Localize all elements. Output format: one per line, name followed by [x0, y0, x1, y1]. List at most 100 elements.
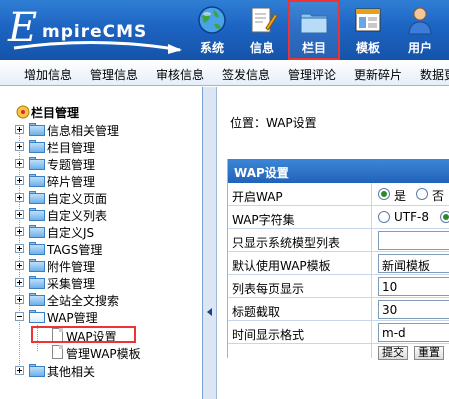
left-tree-pane: 栏目管理 信息相关管理 栏目管理 专题管理 碎片管理 自定义页面 自定义列表 自…	[0, 87, 203, 399]
folder-icon	[300, 13, 328, 34]
empirecms-logo: E mpireCMS	[8, 6, 184, 54]
radio-yes-label: 是	[394, 189, 407, 203]
tree-root-label: 栏目管理	[31, 106, 80, 120]
nav-column[interactable]: 栏目	[288, 0, 340, 60]
menu-data-update[interactable]: 数据更	[420, 66, 449, 83]
nav-template-label: 模板	[355, 41, 380, 55]
folder-icon	[29, 225, 45, 238]
tree-item-label: 专题管理	[47, 158, 96, 172]
folder-icon	[29, 157, 45, 170]
row-default-template: 默认使用WAP模板 新闻模板	[228, 252, 449, 275]
folder-icon	[29, 259, 45, 272]
expand-icon[interactable]	[15, 193, 24, 202]
expand-icon[interactable]	[15, 244, 24, 253]
document-pencil-icon	[251, 7, 278, 33]
row-list-per-page: 列表每页显示 10	[228, 275, 449, 298]
expand-icon[interactable]	[15, 176, 24, 185]
row-label: WAP字符集	[232, 213, 295, 227]
radio-no-label: 否	[432, 189, 445, 203]
row-value: UTF-8	[371, 206, 449, 229]
wap-settings-table: WAP设置 开启WAP 是 否 WAP字符集 UTF-8 只显示系统模型列表 默…	[227, 159, 449, 360]
tree-item-label: TAGS管理	[47, 243, 103, 257]
folder-icon	[29, 191, 45, 204]
collapse-left-icon[interactable]	[207, 308, 212, 316]
collapse-icon[interactable]	[15, 312, 24, 321]
row-label: 标题截取	[232, 305, 281, 319]
expand-icon[interactable]	[15, 227, 24, 236]
folder-icon	[29, 293, 45, 306]
tree-item-label: 采集管理	[47, 277, 96, 291]
breadcrumb-link[interactable]: WAP设置	[266, 116, 317, 130]
row-time-format: 时间显示格式 m-d	[228, 321, 449, 344]
tree-item-label: 栏目管理	[47, 141, 96, 155]
row-label: 只显示系统模型列表	[232, 236, 341, 250]
expand-icon[interactable]	[15, 366, 24, 375]
expand-icon[interactable]	[15, 210, 24, 219]
menu-update-fragments[interactable]: 更新碎片	[354, 66, 402, 83]
selection-highlight	[31, 326, 136, 343]
row-value	[371, 229, 449, 252]
row-label: 时间显示格式	[232, 328, 305, 342]
page-icon	[52, 345, 63, 359]
radio-yes[interactable]	[378, 188, 390, 200]
row-value: 新闻模板	[371, 252, 449, 275]
title-truncate-input[interactable]: 30	[378, 300, 449, 319]
row-label: 列表每页显示	[232, 282, 305, 296]
nav-info[interactable]: 信息	[240, 0, 284, 60]
window-template-icon	[355, 8, 381, 32]
tree-item-label: 管理WAP模板	[66, 347, 141, 361]
menu-manage-info[interactable]: 管理信息	[90, 66, 138, 83]
menu-publish-info[interactable]: 签发信息	[222, 66, 270, 83]
radio-other-charset[interactable]	[440, 211, 449, 223]
folder-icon	[29, 276, 45, 289]
nav-user-label: 用户	[407, 41, 432, 55]
logo-initial: E	[8, 5, 38, 51]
default-template-select[interactable]: 新闻模板	[378, 254, 449, 273]
radio-utf8[interactable]	[378, 211, 390, 223]
menu-manage-comments[interactable]: 管理评论	[288, 66, 336, 83]
folder-icon	[29, 123, 45, 136]
reset-button[interactable]: 重置	[414, 346, 444, 360]
tree-item-label: 自定义页面	[47, 192, 108, 206]
row-model-list: 只显示系统模型列表	[228, 229, 449, 252]
expand-icon[interactable]	[15, 125, 24, 134]
nav-template[interactable]: 模板	[346, 0, 390, 60]
menu-review-info[interactable]: 审核信息	[156, 66, 204, 83]
expand-icon[interactable]	[15, 159, 24, 168]
row-value: 是 否	[371, 183, 449, 206]
expand-icon[interactable]	[15, 142, 24, 151]
list-per-page-input[interactable]: 10	[378, 277, 449, 296]
time-format-input[interactable]: m-d	[378, 323, 449, 342]
folder-icon	[29, 364, 45, 377]
nav-system[interactable]: 系统	[190, 0, 234, 60]
expand-icon[interactable]	[15, 278, 24, 287]
row-wap-charset: WAP字符集 UTF-8	[228, 206, 449, 229]
top-header: E mpireCMS 系统 信息 栏目 模板 用户	[0, 0, 449, 60]
radio-no[interactable]	[416, 188, 428, 200]
breadcrumb: 位置：WAP设置	[230, 114, 317, 131]
row-label: 默认使用WAP模板	[232, 259, 331, 273]
row-value: 30	[371, 298, 449, 321]
folder-icon	[29, 208, 45, 221]
breadcrumb-prefix: 位置：	[230, 116, 267, 130]
tree-item-label: 信息相关管理	[47, 124, 120, 138]
row-actions: 提交 重置	[228, 344, 449, 360]
globe-icon	[198, 6, 226, 34]
menu-bar: 增加信息 管理信息 审核信息 签发信息 管理评论 更新碎片 数据更	[0, 60, 449, 86]
pane-splitter[interactable]	[203, 87, 217, 399]
tree-item-label: 全站全文搜索	[47, 294, 120, 308]
folder-icon	[29, 140, 45, 153]
model-list-input[interactable]	[378, 231, 449, 250]
main-content: 位置：WAP设置 WAP设置 开启WAP 是 否 WAP字符集 UTF-8 只显…	[218, 87, 449, 399]
submit-button[interactable]: 提交	[378, 346, 408, 360]
radio-utf8-label: UTF-8	[394, 210, 429, 224]
tree-item-label: 附件管理	[47, 260, 96, 274]
nav-info-label: 信息	[249, 41, 274, 55]
folder-open-icon	[29, 310, 45, 323]
expand-icon[interactable]	[15, 295, 24, 304]
nav-user[interactable]: 用户	[398, 0, 442, 60]
tree-item-label: 自定义JS	[47, 226, 95, 240]
expand-icon[interactable]	[15, 261, 24, 270]
folder-icon	[29, 174, 45, 187]
menu-add-info[interactable]: 增加信息	[24, 66, 72, 83]
